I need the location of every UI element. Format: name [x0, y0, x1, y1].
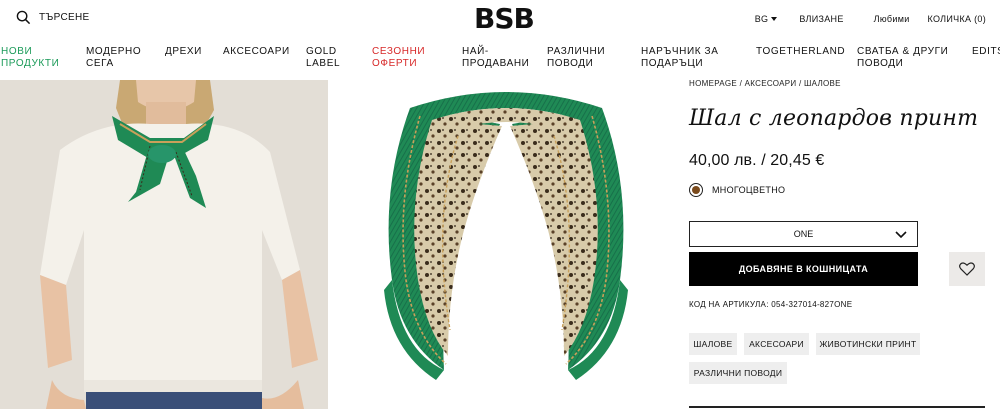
color-selector: МНОГОЦВЕТНО [689, 183, 785, 197]
main-nav: НОВИ ПРОДУКТИ МОДЕРНО СЕГА ДРЕХИ АКСЕСОАРИ… [0, 46, 1000, 76]
heart-icon [959, 262, 975, 276]
nav-item-clothes[interactable]: ДРЕХИ [165, 46, 202, 58]
model-illustration [0, 80, 328, 409]
product-photo-scarf[interactable] [340, 80, 672, 409]
color-swatch-fill [692, 186, 700, 194]
search-label: ТЪРСЕНЕ [39, 12, 90, 23]
breadcrumb-separator: / [737, 79, 745, 88]
tag-occasions[interactable]: РАЗЛИЧНИ ПОВОДИ [689, 362, 787, 384]
account-links: BG ВЛИЗАНЕ Любими КОЛИЧКА (0) [755, 14, 986, 24]
breadcrumb-scarves[interactable]: ШАЛОВЕ [804, 79, 841, 88]
tag-animal-print[interactable]: ЖИВОТИНСКИ ПРИНТ [816, 333, 920, 355]
nav-item-wedding[interactable]: СВАТБА & ДРУГИ ПОВОДИ [857, 46, 948, 70]
nav-item-best-sellers[interactable]: НАЙ- ПРОДАВАНИ [462, 46, 529, 70]
product-title: Шал с леопардов принт [689, 106, 979, 131]
nav-item-occasions[interactable]: РАЗЛИЧНИ ПОВОДИ [547, 46, 605, 70]
tag-accessories[interactable]: АКСЕСОАРИ [744, 333, 809, 355]
brand-logo[interactable]: BSB [474, 2, 535, 35]
search-button[interactable]: ТЪРСЕНЕ [16, 10, 89, 25]
product-photo-model[interactable] [0, 80, 328, 409]
breadcrumb-home[interactable]: HOMEPAGE [689, 79, 737, 88]
tag-scarves[interactable]: ШАЛОВЕ [689, 333, 737, 355]
color-swatch[interactable] [689, 183, 703, 197]
nav-item-edits[interactable]: EDITS [972, 46, 1000, 58]
product-price: 40,00 лв. / 20,45 € [689, 152, 825, 169]
nav-item-accessories[interactable]: АКСЕСОАРИ [223, 46, 290, 58]
size-value: ONE [793, 229, 814, 239]
add-to-cart-button[interactable]: ДОБАВЯНЕ В КОШНИЦАТА [689, 252, 918, 286]
nav-item-new-products[interactable]: НОВИ ПРОДУКТИ [1, 46, 59, 70]
search-icon [16, 10, 31, 25]
wishlist-button[interactable] [949, 252, 985, 286]
language-label: BG [754, 14, 769, 24]
section-divider [689, 406, 985, 408]
nav-item-seasonal-offers[interactable]: СЕЗОННИ ОФЕРТИ [372, 46, 425, 70]
color-name: МНОГОЦВЕТНО [712, 185, 786, 195]
nav-item-togetherland[interactable]: TOGETHERLAND [756, 46, 845, 58]
nav-item-gold-label[interactable]: GOLD LABEL [306, 46, 340, 70]
breadcrumb-separator: / [796, 79, 804, 88]
login-link[interactable]: ВЛИЗАНЕ [799, 14, 843, 24]
favorites-link[interactable]: Любими [874, 14, 910, 24]
breadcrumb-accessories[interactable]: АКСЕСОАРИ [745, 79, 797, 88]
scarf-illustration [384, 92, 628, 380]
breadcrumb: HOMEPAGE / АКСЕСОАРИ / ШАЛОВЕ [689, 79, 841, 88]
chevron-down-icon [895, 231, 907, 239]
nav-item-gift-guide[interactable]: НАРЪЧНИК ЗА ПОДАРЪЦИ [641, 46, 718, 70]
language-selector[interactable]: BG [755, 14, 778, 24]
size-dropdown[interactable]: ONE [689, 221, 918, 247]
cart-link[interactable]: КОЛИЧКА (0) [928, 14, 986, 24]
top-bar: ТЪРСЕНЕ BSB BG ВЛИЗАНЕ Любими КОЛИЧКА (0… [0, 0, 1000, 42]
caret-down-icon [771, 16, 778, 21]
product-code: КОД НА АРТИКУЛА: 054-327014-827ONE [689, 300, 853, 309]
nav-item-trending[interactable]: МОДЕРНО СЕГА [86, 46, 141, 70]
